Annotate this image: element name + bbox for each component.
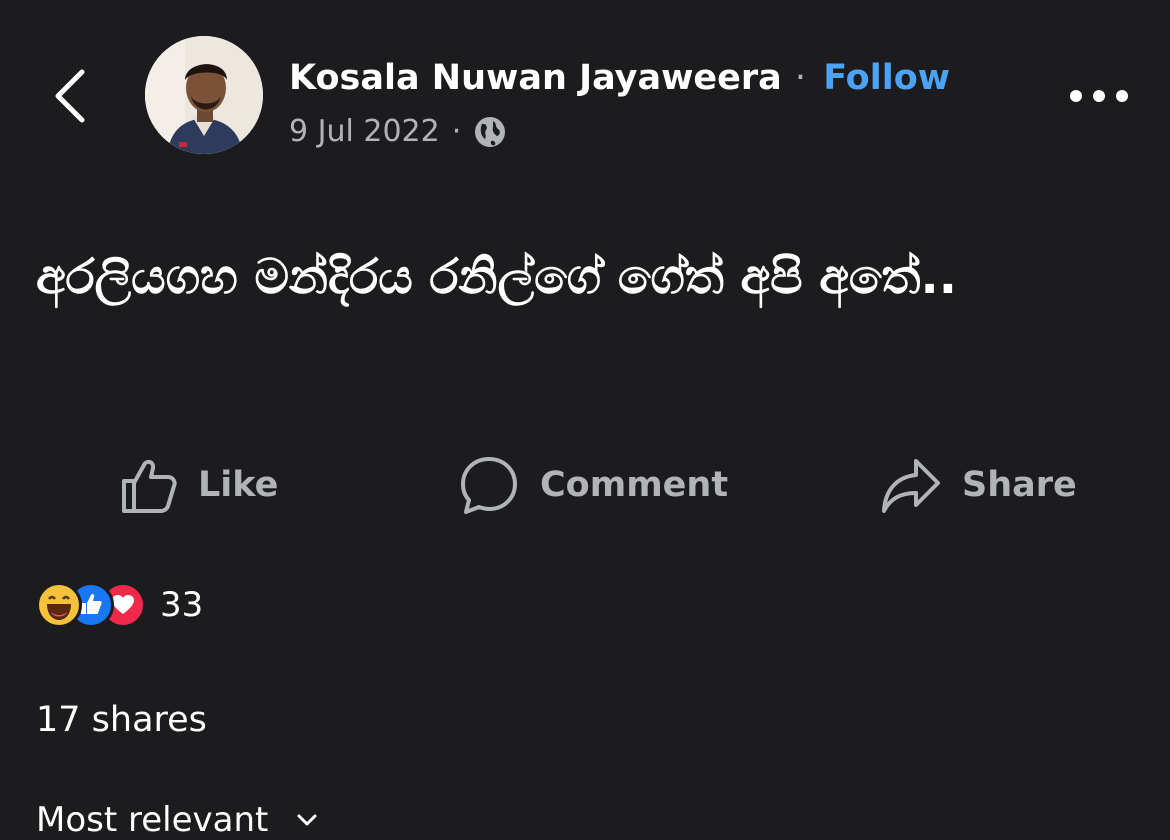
more-options-button[interactable] bbox=[1068, 84, 1130, 108]
shares-count[interactable]: 17 shares bbox=[36, 700, 207, 740]
comment-label: Comment bbox=[540, 465, 729, 505]
reaction-count: 33 bbox=[160, 585, 204, 625]
author-name[interactable]: Kosala Nuwan Jayaweera bbox=[289, 58, 782, 98]
comment-sort-dropdown[interactable]: Most relevant bbox=[36, 800, 318, 840]
haha-reaction-icon bbox=[36, 582, 82, 628]
share-button[interactable]: Share bbox=[880, 452, 1077, 518]
back-button[interactable] bbox=[50, 66, 90, 126]
comment-button[interactable]: Comment bbox=[458, 452, 728, 518]
chevron-left-icon bbox=[55, 69, 85, 123]
thumbs-up-icon bbox=[122, 459, 177, 513]
reactions-summary[interactable]: 33 bbox=[36, 580, 203, 630]
like-label: Like bbox=[198, 465, 279, 505]
globe-icon bbox=[475, 117, 506, 147]
more-horizontal-icon bbox=[1070, 90, 1128, 102]
follow-button[interactable]: Follow bbox=[823, 58, 950, 98]
like-button[interactable]: Like bbox=[118, 452, 278, 518]
post-meta: 9 Jul 2022 · bbox=[289, 112, 507, 152]
avatar[interactable] bbox=[145, 36, 263, 154]
post-date[interactable]: 9 Jul 2022 bbox=[289, 112, 440, 152]
comment-icon bbox=[461, 457, 517, 514]
share-label: Share bbox=[962, 465, 1077, 505]
sort-label: Most relevant bbox=[36, 800, 269, 840]
post-text: අරලියගහ මන්දිරය රනිල්ගේ ගේත් අපි අතේ.. bbox=[36, 249, 958, 305]
chevron-down-icon bbox=[297, 814, 317, 826]
meta-separator-dot: · bbox=[451, 114, 462, 149]
share-arrow-icon bbox=[882, 459, 940, 513]
author-row: Kosala Nuwan Jayaweera · Follow bbox=[289, 56, 950, 100]
separator-dot: · bbox=[794, 58, 807, 98]
